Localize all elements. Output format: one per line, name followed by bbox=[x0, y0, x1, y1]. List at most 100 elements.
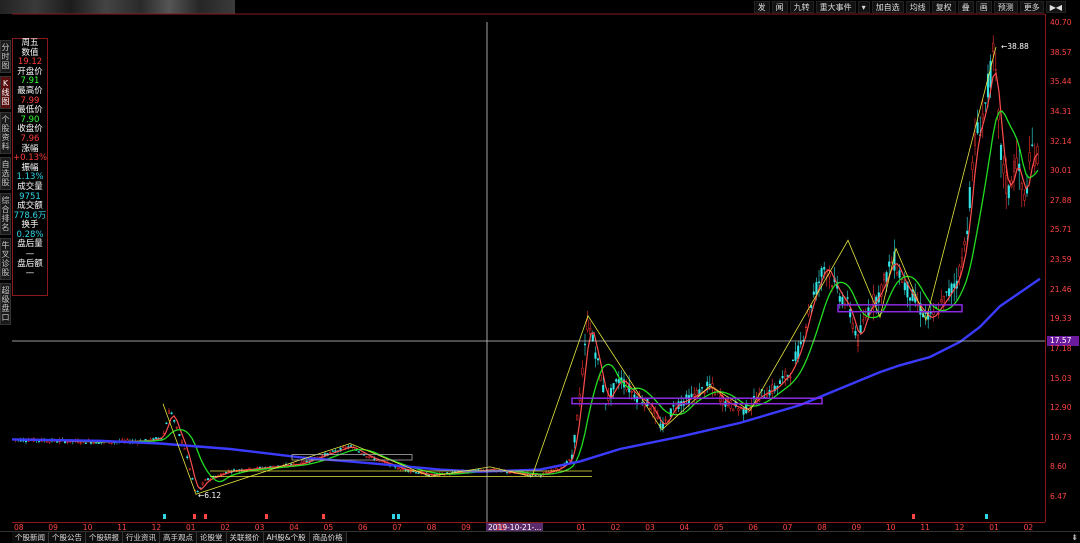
candle-body bbox=[784, 371, 787, 380]
candle-body bbox=[903, 282, 906, 291]
bottom-tab[interactable]: 个股新闻 bbox=[12, 532, 49, 543]
left-tab[interactable]: 分时图 bbox=[0, 40, 11, 73]
candle-body bbox=[186, 456, 189, 458]
left-tab[interactable]: 牛叉诊股 bbox=[0, 238, 11, 280]
candle-body bbox=[154, 437, 158, 439]
candle-body bbox=[167, 410, 171, 414]
left-tab[interactable]: 综合排名 bbox=[0, 193, 11, 235]
candle-body bbox=[737, 408, 740, 411]
candle-body bbox=[342, 446, 345, 449]
bottom-tab[interactable]: 行业资讯 bbox=[123, 532, 160, 543]
candle-body bbox=[417, 472, 420, 474]
candle-body bbox=[586, 319, 589, 331]
left-tab[interactable]: 个股资料 bbox=[0, 112, 11, 154]
candle-body bbox=[92, 442, 95, 444]
candle-body bbox=[789, 376, 792, 379]
candle-body bbox=[170, 412, 173, 415]
candle-body bbox=[581, 367, 584, 375]
price-tick-label: 32.14 bbox=[1050, 136, 1072, 146]
candle-body bbox=[976, 122, 979, 134]
left-tab-bar: 分时图 K线图个股资料自选股综合排名牛叉诊股超级盘口 bbox=[0, 40, 11, 325]
price-tick-label: 40.70 bbox=[1050, 18, 1072, 27]
candle-body bbox=[612, 383, 615, 390]
low-price-label: ←6.12 bbox=[198, 491, 221, 500]
candle-body bbox=[947, 288, 951, 296]
price-tick-label: 17.18 bbox=[1050, 343, 1072, 353]
play-arrows-icon[interactable]: ▶◀ bbox=[1045, 0, 1066, 13]
candle-body bbox=[854, 330, 857, 336]
candle-body bbox=[732, 408, 735, 412]
candle-body bbox=[895, 272, 899, 275]
bottom-tab[interactable]: 关联报价 bbox=[226, 532, 264, 543]
candle-body bbox=[958, 265, 961, 277]
candle-body bbox=[596, 358, 600, 361]
signal-marker bbox=[193, 514, 196, 519]
price-tick-label: 8.60 bbox=[1050, 462, 1067, 472]
candle-body bbox=[929, 312, 932, 314]
signal-marker bbox=[163, 514, 166, 519]
candle-body bbox=[945, 291, 948, 293]
candle-body bbox=[630, 390, 633, 394]
price-tick-label: 27.88 bbox=[1050, 195, 1072, 205]
candle-body bbox=[846, 297, 849, 299]
candle-body bbox=[349, 445, 353, 447]
bottom-tab[interactable]: AH股&个股 bbox=[263, 532, 310, 543]
candle-body bbox=[999, 144, 1003, 160]
candle-body bbox=[56, 441, 59, 443]
candle-body bbox=[162, 432, 165, 435]
candle-body bbox=[823, 267, 826, 270]
candle-body bbox=[820, 268, 823, 277]
candle-body bbox=[664, 419, 667, 421]
left-tab[interactable]: K线图 bbox=[0, 76, 11, 109]
candle-body bbox=[615, 379, 618, 382]
left-tab[interactable]: 超级盘口 bbox=[0, 283, 11, 325]
left-tab[interactable]: 自选股 bbox=[0, 157, 11, 190]
price-tick-label: 34.31 bbox=[1050, 106, 1072, 116]
candle-body bbox=[786, 375, 789, 377]
price-tick-label: 25.71 bbox=[1050, 225, 1072, 235]
candle-body bbox=[992, 42, 995, 52]
candle-body bbox=[568, 459, 571, 461]
candle-body bbox=[703, 392, 706, 394]
candle-body bbox=[862, 319, 865, 322]
candlestick-chart[interactable]: ←38.88 ←6.12 bbox=[0, 0, 1045, 522]
candle-body bbox=[578, 393, 581, 401]
high-price-label: ←38.88 bbox=[1001, 42, 1029, 51]
candle-body bbox=[583, 343, 587, 346]
candle-body bbox=[45, 441, 48, 443]
bottom-tab[interactable]: 商品价格 bbox=[309, 532, 347, 543]
candle-body bbox=[981, 113, 984, 119]
candle-body bbox=[804, 326, 808, 328]
candle-body bbox=[175, 427, 178, 429]
candle-body bbox=[672, 404, 675, 407]
bottom-tab[interactable]: 论股堂 bbox=[197, 532, 227, 543]
candle-body bbox=[966, 230, 969, 235]
candle-body bbox=[84, 442, 87, 444]
candle-body bbox=[817, 281, 821, 283]
candle-body bbox=[851, 323, 854, 329]
price-tick-label: 21.46 bbox=[1050, 284, 1072, 294]
candle-body bbox=[729, 400, 732, 409]
collapse-icon[interactable]: ⇟ bbox=[1071, 533, 1078, 542]
candle-body bbox=[544, 471, 548, 474]
candle-body bbox=[973, 134, 977, 146]
candle-body bbox=[232, 469, 236, 471]
signal-marker bbox=[985, 514, 988, 519]
candle-body bbox=[1023, 194, 1026, 201]
candle-body bbox=[357, 451, 360, 453]
candle-body bbox=[856, 334, 860, 346]
candle-body bbox=[204, 479, 207, 481]
bottom-tab[interactable]: 高手观点 bbox=[160, 532, 197, 543]
bottom-tab[interactable]: 个股公告 bbox=[49, 532, 86, 543]
candle-body bbox=[591, 334, 594, 342]
ma-mid-line bbox=[12, 110, 1039, 483]
candle-body bbox=[188, 468, 191, 470]
price-tick-label: 19.33 bbox=[1050, 314, 1072, 324]
bottom-tab[interactable]: 个股研报 bbox=[86, 532, 123, 543]
signal-marker bbox=[204, 514, 207, 519]
candle-body bbox=[24, 440, 28, 443]
candle-body bbox=[401, 468, 405, 470]
candle-body bbox=[794, 351, 797, 361]
candle-body bbox=[963, 241, 966, 246]
candle-body bbox=[841, 296, 844, 306]
